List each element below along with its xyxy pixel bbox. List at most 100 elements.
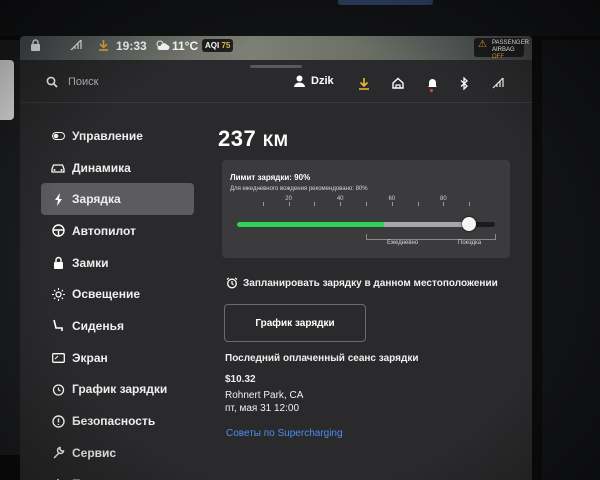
limit-fill: [384, 222, 470, 227]
car-icon: [51, 161, 65, 175]
lock-icon: [51, 256, 65, 270]
sidebar-item-label: Динамика: [72, 160, 131, 175]
settings-topbar: Поиск Dzik: [20, 70, 532, 100]
scale-tick: [314, 202, 316, 206]
charge-limit-slider[interactable]: [237, 222, 495, 227]
left-edge: [0, 40, 20, 455]
left-edge-widget: [0, 60, 14, 120]
search-field[interactable]: Поиск: [46, 76, 98, 88]
charge-limit-card: Лимит зарядки: 90% Для ежедневного вожде…: [222, 160, 510, 258]
search-placeholder: Поиск: [68, 76, 99, 88]
charge-limit-text: Лимит зарядки: 90%: [230, 173, 311, 182]
scale-tick: [417, 202, 419, 206]
trip-label: Поездка: [458, 240, 482, 246]
aqi-label: AQI: [205, 41, 220, 50]
sidebar-item-5[interactable]: Замки: [20, 247, 200, 279]
download-icon[interactable]: [356, 75, 372, 91]
sidebar-item-10[interactable]: Безопасность: [20, 405, 200, 437]
bluetooth-icon[interactable]: [456, 75, 472, 91]
sidebar-item-11[interactable]: Сервис: [20, 437, 200, 469]
no-signal-icon: [490, 75, 506, 91]
scale-tick: [391, 202, 393, 206]
shield-icon: [51, 414, 65, 428]
aqi-badge[interactable]: AQI 75: [202, 39, 234, 52]
sidebar-item-label: Замки: [72, 255, 109, 270]
user-name: Dzik: [311, 75, 334, 87]
sidebar-item-label: Освещение: [72, 287, 140, 302]
search-icon: [46, 76, 58, 88]
topbar-divider: [20, 102, 532, 103]
status-bar: 19:33 11°C AQI 75 ⚠ PASSENGER AIRBAG OFF: [20, 36, 532, 60]
device-light-strip: [338, 0, 433, 5]
clock: 19:33: [116, 39, 147, 53]
seat-icon: [51, 319, 65, 333]
touchscreen: 19:33 11°C AQI 75 ⚠ PASSENGER AIRBAG OFF…: [20, 36, 532, 480]
schedule-here-label: Запланировать зарядку в данном местополо…: [243, 277, 498, 289]
schedule-here-option[interactable]: Запланировать зарядку в данном местополо…: [226, 277, 498, 289]
scale-tick: [443, 202, 445, 206]
sidebar-item-6[interactable]: Освещение: [20, 278, 200, 310]
sidebar-item-9[interactable]: График зарядки: [20, 374, 200, 406]
scale-tick: [340, 202, 342, 206]
sidebar-item-label: Экран: [72, 350, 108, 365]
outside-temperature: 11°C: [172, 39, 199, 53]
last-session-location: Rohnert Park, CA: [225, 390, 304, 401]
sidebar-item-7[interactable]: Сиденья: [20, 310, 200, 342]
sidebar-item-label: Автопилот: [72, 223, 136, 238]
airbag-line1: PASSENGER: [492, 40, 529, 46]
wrench-icon: [51, 446, 65, 460]
charge-schedule-button[interactable]: График зарядки: [224, 304, 366, 342]
toggle-icon: [51, 129, 65, 143]
battery-range: 237 КМ: [218, 126, 288, 152]
bolt-icon: [51, 192, 65, 206]
download-icon[interactable]: [98, 39, 109, 51]
sidebar-item-3[interactable]: Зарядка: [41, 183, 194, 216]
sidebar-item-4[interactable]: Автопилот: [20, 215, 200, 247]
sidebar-item-label: Сиденья: [72, 318, 124, 333]
lock-icon[interactable]: [30, 39, 41, 51]
last-session-amount: $10.32: [225, 374, 256, 385]
sidebar-item-label: Управление: [72, 128, 143, 143]
notification-dot: [430, 89, 433, 92]
scale-tick: [288, 202, 290, 206]
sidebar-item-2[interactable]: Динамика: [20, 152, 200, 184]
right-edge: [542, 40, 600, 480]
sidebar-item-1[interactable]: Управление: [20, 120, 200, 152]
airbag-line3: OFF: [492, 54, 504, 60]
alarm-clock-icon: [226, 277, 238, 289]
sidebar-item-label: Сервис: [72, 445, 117, 460]
weather-icon: [154, 39, 170, 51]
sidebar-item-label: Зарядка: [72, 192, 121, 207]
settings-sidebar: Управление Динамика Зарядка Автопилот Замки О…: [20, 120, 200, 480]
daily-label: Ежедневно: [387, 240, 419, 246]
scale-tick: [262, 202, 264, 206]
passenger-airbag-status: ⚠ PASSENGER AIRBAG OFF: [474, 38, 529, 60]
screen-icon: [51, 351, 65, 365]
airbag-line2: AIRBAG: [492, 47, 515, 53]
airbag-icon: ⚠: [478, 39, 487, 50]
panel-drag-handle[interactable]: [250, 65, 302, 68]
sidebar-item-8[interactable]: Экран: [20, 342, 200, 374]
charge-limit-handle[interactable]: [462, 217, 477, 231]
sidebar-item-label: График зарядки: [72, 382, 168, 397]
sun-icon: [51, 287, 65, 301]
supercharging-tips-link[interactable]: Советы по Supercharging: [226, 428, 343, 439]
range-unit: КМ: [262, 131, 289, 150]
range-value: 237: [218, 126, 257, 151]
steering-wheel-icon: [51, 224, 65, 238]
sidebar-item-12[interactable]: Программное: [20, 469, 200, 480]
last-session-datetime: пт, мая 31 12:00: [225, 403, 299, 414]
last-session-title: Последний оплаченный сеанс зарядки: [225, 353, 419, 364]
home-icon[interactable]: [390, 75, 406, 91]
scale-tick: [469, 202, 471, 206]
schedule-icon: [51, 382, 65, 396]
device-bezel: [0, 0, 600, 36]
sidebar-item-label: Безопасность: [72, 414, 156, 429]
driver-profile[interactable]: Dzik: [294, 75, 334, 87]
no-signal-icon: [70, 39, 82, 51]
charge-recommendation: Для ежедневного вождения рекомендовано: …: [230, 186, 368, 192]
user-icon: [294, 75, 305, 87]
aqi-value: 75: [221, 41, 231, 50]
current-charge-fill: [237, 222, 385, 227]
bell-icon[interactable]: [424, 75, 440, 92]
